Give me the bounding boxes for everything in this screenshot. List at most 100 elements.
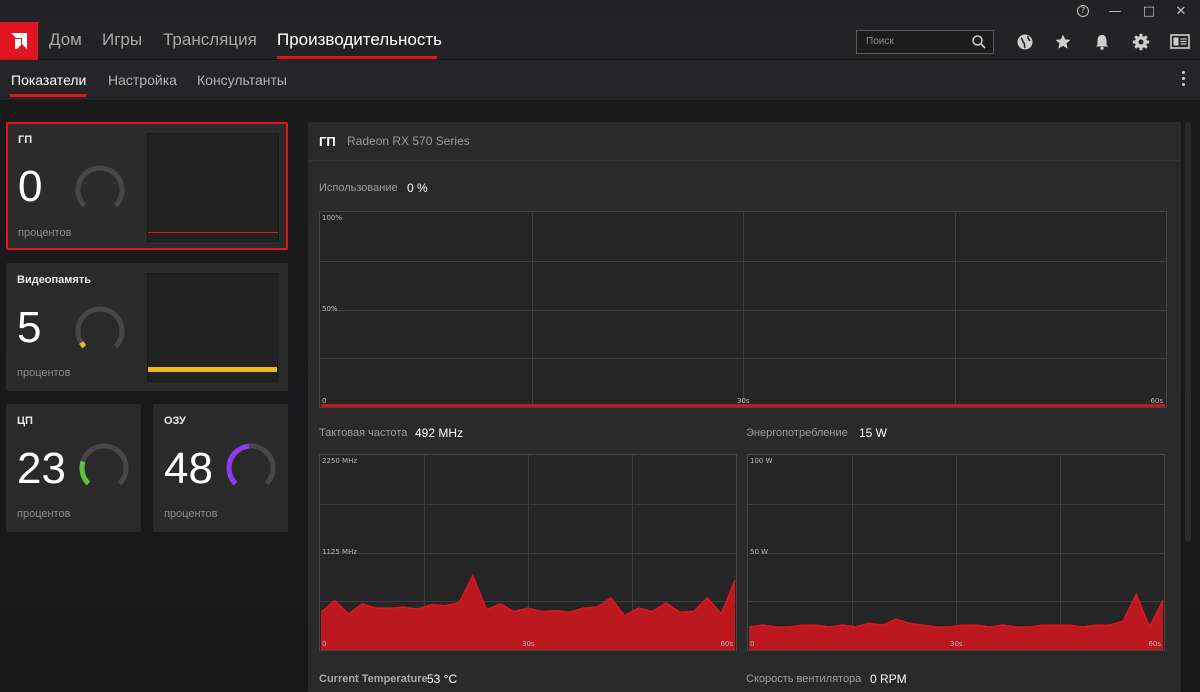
axis-tick-label: 100 W bbox=[750, 457, 773, 465]
temperature-label: Current Temperature bbox=[319, 673, 428, 685]
card-value: 48 bbox=[164, 444, 213, 493]
more-options-icon[interactable] bbox=[1182, 71, 1186, 86]
display-icon bbox=[1170, 34, 1190, 49]
axis-tick-label: 100% bbox=[322, 214, 343, 222]
nav-home[interactable]: Дом bbox=[49, 30, 82, 50]
graph-series bbox=[321, 404, 1165, 407]
maximize-icon: □ bbox=[1142, 3, 1156, 19]
axis-tick-label: 2250 MHz bbox=[322, 457, 358, 465]
fan-speed-value: 0 RPM bbox=[870, 672, 907, 686]
axis-tick-label: 1125 MHz bbox=[322, 548, 358, 556]
close-icon: ✕ bbox=[1175, 3, 1187, 19]
axis-tick-label: 0 bbox=[322, 640, 327, 648]
globe-icon bbox=[1017, 34, 1033, 50]
bell-icon bbox=[1096, 35, 1108, 50]
card-title: ОЗУ bbox=[164, 415, 186, 427]
panel-divider bbox=[308, 160, 1181, 161]
tab-active-indicator bbox=[10, 94, 86, 97]
search-input[interactable]: Поиск bbox=[856, 30, 994, 54]
gauge-fill bbox=[226, 443, 250, 486]
series-line bbox=[748, 592, 1164, 629]
minimize-button[interactable]: — bbox=[1098, 0, 1132, 22]
usage-graph: 100% 50% 0 30s 60s bbox=[319, 211, 1167, 408]
gear-icon bbox=[1132, 33, 1150, 51]
close-button[interactable]: ✕ bbox=[1164, 0, 1198, 22]
card-title: ГП bbox=[18, 134, 33, 146]
card-value: 5 bbox=[17, 303, 42, 352]
axis-tick-label: 60s bbox=[720, 640, 733, 648]
nav-streaming[interactable]: Трансляция bbox=[163, 30, 257, 50]
clock-label: Тактовая частота bbox=[319, 427, 408, 439]
overlay-button[interactable] bbox=[1169, 31, 1191, 53]
cpu-card[interactable]: ЦП 23 процентов bbox=[6, 404, 141, 532]
gauge-track bbox=[75, 165, 125, 208]
maximize-button[interactable]: □ bbox=[1132, 0, 1166, 22]
clock-value: 492 MHz bbox=[415, 426, 464, 440]
tab-advisors[interactable]: Консультанты bbox=[197, 72, 287, 88]
window-titlebar: ? — □ ✕ bbox=[0, 0, 1200, 22]
main-navigation: Дом Игры Трансляция Производительность П… bbox=[0, 22, 1200, 60]
gpu-model-name: Radeon RX 570 Series bbox=[347, 134, 470, 148]
card-title: ЦП bbox=[17, 415, 33, 427]
axis-tick-label: 30s bbox=[737, 397, 750, 405]
globe-button[interactable] bbox=[1014, 31, 1036, 53]
power-label: Энергопотребление bbox=[746, 427, 848, 439]
minimize-icon: — bbox=[1108, 3, 1122, 19]
graph-series bbox=[748, 592, 1164, 650]
axis-tick-label: 60s bbox=[1150, 397, 1163, 405]
card-unit: процентов bbox=[18, 227, 72, 239]
gauge-track bbox=[79, 443, 129, 486]
ram-card[interactable]: ОЗУ 48 процентов bbox=[153, 404, 288, 532]
card-value: 0 bbox=[18, 162, 43, 211]
search-placeholder: Поиск bbox=[866, 36, 894, 47]
fan-speed-label: Скорость вентилятора bbox=[746, 673, 862, 685]
gpu-mini-line bbox=[148, 232, 278, 233]
help-icon: ? bbox=[1077, 5, 1089, 17]
gauge-track bbox=[75, 306, 125, 349]
card-unit: процентов bbox=[17, 367, 71, 379]
axis-tick-label: 30s bbox=[950, 640, 963, 648]
card-title: Видеопамять bbox=[17, 274, 91, 286]
usage-label: Использование bbox=[319, 182, 398, 194]
gauge-fill bbox=[79, 341, 87, 349]
ram-gauge bbox=[226, 443, 276, 486]
gauge-fill bbox=[79, 460, 91, 486]
axis-tick-label: 50% bbox=[322, 305, 338, 313]
card-unit: процентов bbox=[164, 508, 218, 520]
settings-button[interactable] bbox=[1130, 31, 1152, 53]
gpu-detail-panel: ГП Radeon RX 570 Series Использование 0 … bbox=[308, 122, 1181, 692]
card-value: 23 bbox=[17, 444, 66, 493]
vram-mini-chart bbox=[147, 273, 278, 382]
help-button[interactable]: ? bbox=[1066, 0, 1100, 22]
graph-series bbox=[320, 573, 736, 650]
axis-tick-label: 60s bbox=[1148, 640, 1161, 648]
power-value: 15 W bbox=[859, 426, 888, 440]
power-graph: 100 W 50 W 0 30s 60s bbox=[747, 454, 1165, 651]
scrollbar[interactable] bbox=[1185, 122, 1191, 542]
tab-tuning[interactable]: Настройка bbox=[108, 72, 177, 88]
axis-tick-label: 50 W bbox=[750, 548, 769, 556]
clock-graph: 2250 MHz 1125 MHz 0 30s 60s bbox=[319, 454, 737, 651]
search-icon[interactable] bbox=[971, 34, 987, 50]
series-area bbox=[321, 575, 735, 650]
vram-gauge bbox=[75, 306, 125, 349]
star-icon bbox=[1055, 34, 1071, 49]
nav-games[interactable]: Игры bbox=[102, 30, 142, 50]
gpu-gauge bbox=[75, 165, 125, 208]
panel-title: ГП bbox=[319, 134, 336, 149]
gpu-card[interactable]: ГП 0 процентов bbox=[6, 122, 288, 250]
axis-tick-label: 0 bbox=[750, 640, 755, 648]
notifications-button[interactable] bbox=[1091, 31, 1113, 53]
vram-card[interactable]: Видеопамять 5 процентов bbox=[6, 263, 288, 391]
gpu-mini-chart bbox=[147, 133, 279, 242]
axis-tick-label: 0 bbox=[322, 397, 327, 405]
tab-metrics[interactable]: Показатели bbox=[11, 72, 86, 88]
amd-logo-icon bbox=[11, 33, 27, 49]
amd-logo[interactable] bbox=[0, 22, 38, 60]
vram-mini-bar bbox=[148, 367, 277, 372]
favorites-button[interactable] bbox=[1052, 31, 1074, 53]
nav-active-indicator bbox=[277, 56, 437, 59]
usage-value: 0 % bbox=[407, 181, 428, 195]
nav-performance[interactable]: Производительность bbox=[277, 30, 442, 50]
cpu-gauge bbox=[79, 443, 129, 486]
